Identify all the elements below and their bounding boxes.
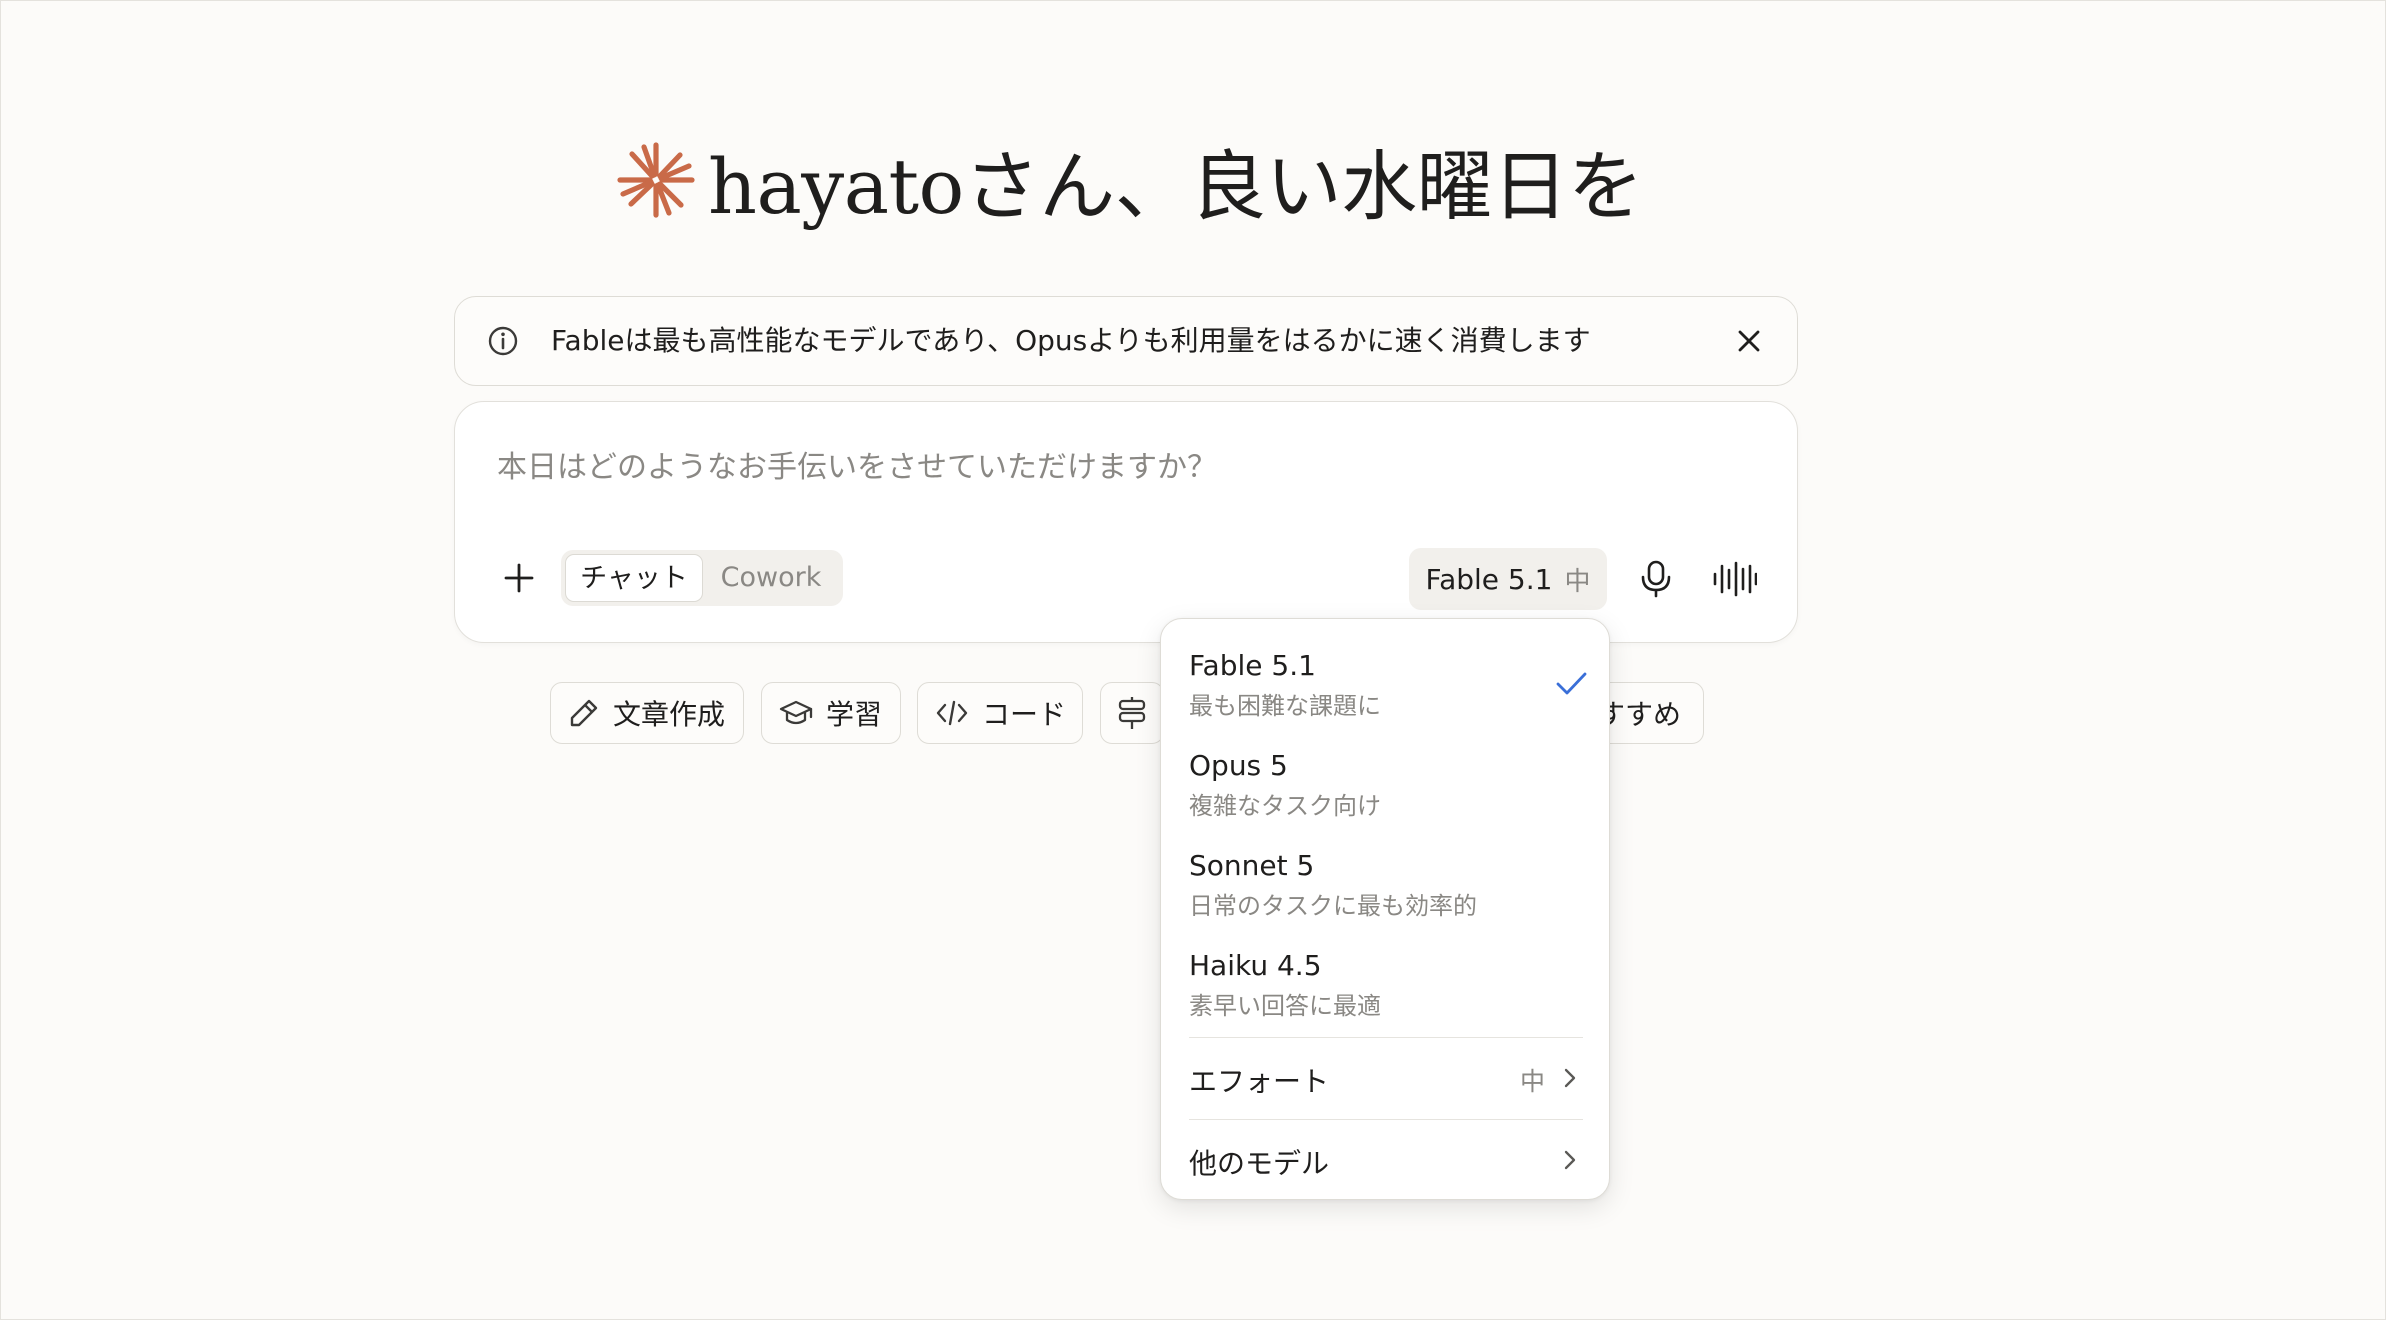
effort-menu-item[interactable]: エフォート 中 [1189,1048,1583,1108]
chip-learning-label: 学習 [826,698,883,731]
model-option-name: Fable 5.1 [1189,649,1316,682]
effort-value: 中 [1519,1067,1545,1096]
greeting: hayatoさん、良い水曜日を [614,120,1644,240]
mode-cowork-button[interactable]: Cowork [703,554,839,602]
info-icon [485,323,521,359]
chip-learning[interactable]: 学習 [761,682,901,744]
chevron-right-icon [1557,1065,1583,1091]
microphone-icon[interactable] [1638,559,1674,599]
chip-code[interactable]: コード [917,682,1083,744]
model-dropdown-menu: Fable 5.1 最も困難な課題に Opus 5 複雑なタスク向け Sonne… [1160,618,1610,1200]
chip-code-label: コード [982,698,1067,731]
menu-divider [1189,1119,1583,1120]
mode-chat-button[interactable]: チャット [565,554,703,602]
close-icon[interactable] [1731,323,1767,359]
model-option-sonnet[interactable]: Sonnet 5 日常のタスクに最も効率的 [1189,839,1589,925]
signpost-icon [1118,697,1146,729]
info-banner: Fableは最も高性能なモデルであり、Opusよりも利用量をはるかに速く消費しま… [454,296,1798,386]
greeting-title: hayatoさん、良い水曜日を [708,142,1644,231]
plus-icon[interactable] [497,556,541,600]
graduation-cap-icon [779,700,813,725]
model-option-fable[interactable]: Fable 5.1 最も困難な課題に [1189,639,1589,725]
other-models-label: 他のモデル [1189,1147,1330,1180]
model-option-desc: 日常のタスクに最も効率的 [1189,892,1477,920]
code-icon [936,700,968,726]
model-option-desc: 最も困難な課題に [1189,692,1381,720]
banner-text: Fableは最も高性能なモデルであり、Opusよりも利用量をはるかに速く消費しま… [551,324,1591,357]
chip-writing-label: 文章作成 [613,698,726,731]
effort-label: エフォート [1189,1065,1330,1098]
voice-waveform-icon[interactable] [1711,560,1758,598]
other-models-menu-item[interactable]: 他のモデル [1189,1130,1583,1190]
model-selector-effort: 中 [1564,566,1591,597]
chip-writing[interactable]: 文章作成 [550,682,744,744]
model-option-name: Haiku 4.5 [1189,949,1322,982]
pencil-icon [570,699,598,727]
message-composer[interactable]: 本日はどのようなお手伝いをさせていただけますか？ チャット Cowork Fab… [454,401,1798,643]
mode-toggle: チャット Cowork [561,550,843,606]
model-option-name: Sonnet 5 [1189,849,1315,882]
model-option-haiku[interactable]: Haiku 4.5 素早い回答に最適 [1189,939,1589,1025]
model-option-desc: 複雑なタスク向け [1189,792,1381,820]
sparkle-logo-icon [614,138,698,222]
chevron-right-icon [1557,1147,1583,1173]
menu-divider [1189,1037,1583,1038]
model-option-opus[interactable]: Opus 5 複雑なタスク向け [1189,739,1589,825]
model-option-desc: 素早い回答に最適 [1189,992,1381,1020]
chip-life[interactable] [1100,682,1164,744]
model-option-name: Opus 5 [1189,749,1288,782]
model-selector-name: Fable 5.1 [1425,562,1553,596]
checkmark-icon [1553,665,1589,701]
model-selector-button[interactable]: Fable 5.1 中 [1409,548,1607,610]
prompt-input-placeholder[interactable]: 本日はどのようなお手伝いをさせていただけますか？ [497,442,1217,486]
